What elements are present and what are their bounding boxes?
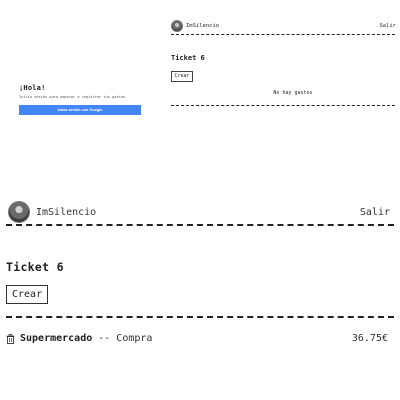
avatar	[8, 201, 30, 223]
divider	[6, 224, 394, 226]
large-user: ImSilencio	[6, 201, 96, 223]
empty-expenses-text: No hay gastos	[273, 89, 313, 96]
expense-info: Supermercado -- Compra	[6, 333, 152, 344]
large-ticket-title: Ticket 6	[6, 260, 64, 274]
expense-type: Compra	[116, 333, 153, 344]
avatar	[171, 20, 183, 32]
small-username: ImSilencio	[186, 23, 220, 29]
expense-separator: --	[98, 333, 111, 344]
small-logout-link[interactable]: Salir	[379, 23, 396, 29]
large-ticket-view: ImSilencio Salir Ticket 6 Crear Supermer…	[6, 200, 394, 344]
large-logout-link[interactable]: Salir	[360, 207, 390, 218]
google-signin-button[interactable]: Inicia sesión con Google	[19, 105, 141, 115]
small-ticket-view: ImSilencio Salir Ticket 6 Crear No hay g…	[171, 19, 396, 106]
small-header: ImSilencio Salir	[171, 19, 396, 33]
small-user: ImSilencio	[171, 20, 219, 32]
divider	[171, 104, 395, 106]
large-create-button[interactable]: Crear	[6, 285, 49, 304]
login-subtitle: Inicia sesión para empezar a registrar t…	[19, 95, 126, 99]
large-username: ImSilencio	[36, 206, 97, 218]
login-greeting: ¡Hola!	[19, 84, 46, 92]
small-create-button[interactable]: Crear	[171, 70, 194, 82]
small-ticket-title: Ticket 6	[171, 54, 205, 62]
expense-row: Supermercado -- Compra 36.75€	[6, 333, 394, 344]
divider	[171, 34, 395, 35]
trash-icon[interactable]	[6, 333, 15, 344]
expense-amount: 36.75€	[351, 333, 388, 344]
expense-name: Supermercado	[20, 333, 93, 344]
login-panel: ¡Hola! Inicia sesión para empezar a regi…	[19, 84, 141, 115]
large-header: ImSilencio Salir	[6, 200, 394, 224]
divider	[6, 316, 394, 318]
